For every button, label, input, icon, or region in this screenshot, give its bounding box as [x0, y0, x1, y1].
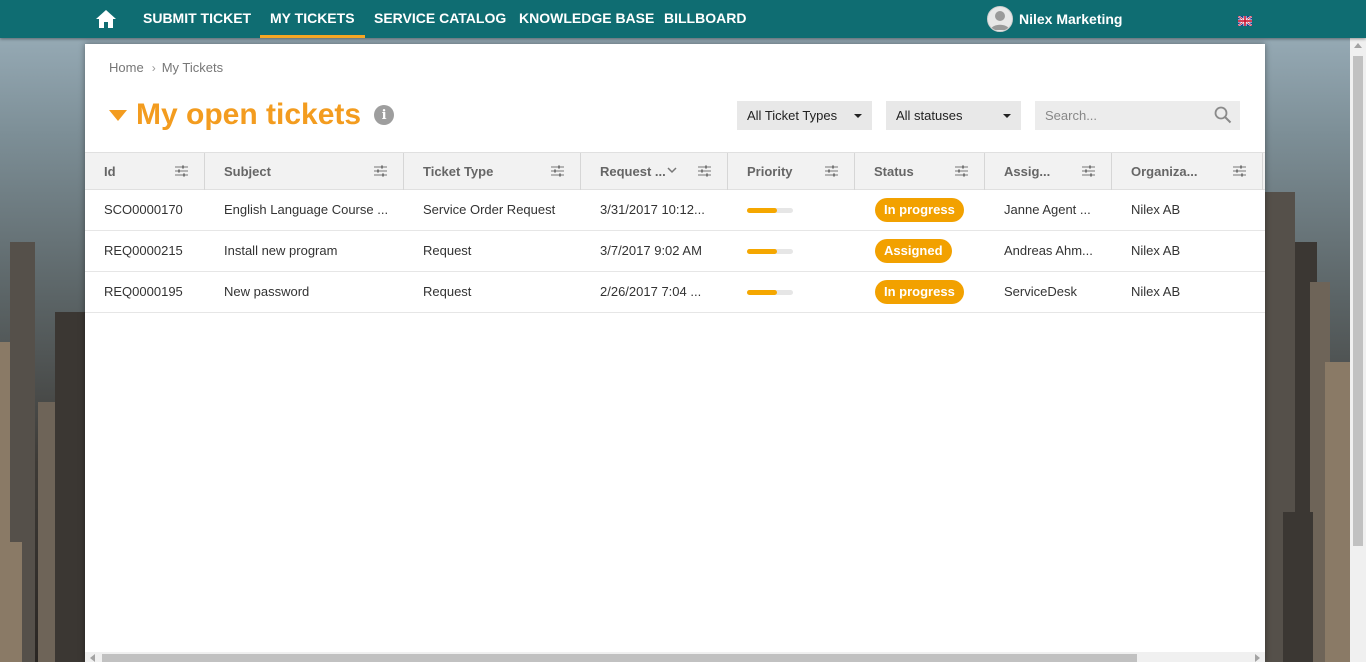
- search-input[interactable]: [1035, 101, 1205, 130]
- cell-request-date: 3/31/2017 10:12...: [600, 202, 705, 217]
- priority-bar: [747, 290, 793, 295]
- status-dropdown[interactable]: All statuses: [886, 101, 1021, 130]
- status-dropdown-value: All statuses: [896, 108, 963, 123]
- cell-organization: Nilex AB: [1131, 243, 1181, 258]
- column-header-organization[interactable]: Organiza...: [1112, 153, 1263, 190]
- priority-bar-fill: [747, 249, 777, 254]
- search-box: [1035, 101, 1240, 130]
- nav-service-catalog[interactable]: SERVICE CATALOG: [374, 0, 506, 38]
- cell-id: REQ0000215: [104, 243, 183, 258]
- breadcrumb-home[interactable]: Home: [109, 60, 144, 75]
- scrollbar-thumb[interactable]: [1353, 56, 1363, 546]
- status-badge: Assigned: [875, 239, 952, 263]
- column-label: Assig...: [1004, 164, 1051, 179]
- priority-bar-fill: [747, 290, 777, 295]
- column-label: Id: [104, 164, 116, 179]
- cell-assigned: Andreas Ahm...: [1004, 243, 1093, 258]
- column-filter-icon[interactable]: [1082, 165, 1095, 177]
- breadcrumb: Home › My Tickets: [109, 60, 223, 75]
- column-label: Priority: [747, 164, 793, 179]
- page-title-text: My open tickets: [136, 98, 362, 131]
- column-filter-icon[interactable]: [698, 165, 711, 177]
- cell-assigned: Janne Agent ...: [1004, 202, 1091, 217]
- nav-billboard[interactable]: BILLBOARD: [664, 0, 746, 38]
- column-header-subject[interactable]: Subject: [205, 153, 404, 190]
- cell-ticket-type: Request: [423, 243, 472, 258]
- nav-my-tickets[interactable]: MY TICKETS: [260, 0, 365, 38]
- user-menu[interactable]: Nilex Marketing: [987, 5, 1122, 33]
- breadcrumb-chevron-icon: ›: [151, 60, 156, 75]
- table-row[interactable]: SCO0000170 English Language Course ... S…: [85, 190, 1265, 231]
- scroll-right-arrow-icon[interactable]: [1255, 654, 1260, 662]
- column-label: Subject: [224, 164, 271, 179]
- column-filter-icon[interactable]: [955, 165, 968, 177]
- column-filter-icon[interactable]: [1233, 165, 1246, 177]
- cell-request-date: 3/7/2017 9:02 AM: [600, 243, 702, 258]
- background-image-right: [1265, 38, 1350, 662]
- search-icon[interactable]: [1214, 106, 1232, 129]
- column-filter-icon[interactable]: [374, 165, 387, 177]
- user-name: Nilex Marketing: [1019, 11, 1123, 27]
- status-badge: In progress: [875, 280, 964, 304]
- column-filter-icon[interactable]: [175, 165, 188, 177]
- page-title: My open tickets i: [109, 98, 395, 132]
- priority-bar-fill: [747, 208, 777, 213]
- info-icon[interactable]: i: [374, 105, 395, 125]
- uk-flag-icon[interactable]: [1237, 13, 1253, 27]
- column-label: Ticket Type: [423, 164, 494, 179]
- column-header-id[interactable]: Id: [85, 153, 205, 190]
- priority-bar: [747, 208, 793, 213]
- cell-id: REQ0000195: [104, 284, 183, 299]
- cell-subject: Install new program: [224, 243, 338, 258]
- breadcrumb-current: My Tickets: [161, 60, 224, 75]
- vertical-scrollbar[interactable]: [1350, 38, 1366, 662]
- column-filter-icon[interactable]: [551, 165, 564, 177]
- sort-chevron-down-icon[interactable]: [667, 165, 677, 175]
- column-header-priority[interactable]: Priority: [728, 153, 855, 190]
- column-header-status[interactable]: Status: [855, 153, 985, 190]
- column-header-ticket-type[interactable]: Ticket Type: [404, 153, 581, 190]
- cell-organization: Nilex AB: [1131, 202, 1181, 217]
- nav-submit-ticket[interactable]: SUBMIT TICKET: [143, 0, 251, 38]
- chevron-down-icon: [854, 114, 862, 118]
- scroll-up-arrow-icon[interactable]: [1354, 43, 1362, 48]
- cell-id: SCO0000170: [104, 202, 183, 217]
- avatar: [987, 6, 1013, 32]
- cell-assigned: ServiceDesk: [1004, 284, 1077, 299]
- collapse-caret-icon[interactable]: [109, 109, 127, 121]
- home-icon[interactable]: [94, 7, 118, 31]
- tickets-panel: Home › My Tickets My open tickets i All …: [85, 44, 1265, 662]
- scroll-left-arrow-icon[interactable]: [90, 654, 95, 662]
- cell-ticket-type: Service Order Request: [423, 202, 556, 217]
- column-label: Status: [874, 164, 914, 179]
- background-image-left: [0, 38, 85, 662]
- table-row[interactable]: REQ0000195 New password Request 2/26/201…: [85, 272, 1265, 313]
- column-label: Request ...: [600, 164, 666, 179]
- table-row[interactable]: REQ0000215 Install new program Request 3…: [85, 231, 1265, 272]
- column-label: Organiza...: [1131, 164, 1198, 179]
- top-navigation-bar: SUBMIT TICKET MY TICKETS SERVICE CATALOG…: [0, 0, 1366, 38]
- status-badge: In progress: [875, 198, 964, 222]
- priority-bar: [747, 249, 793, 254]
- cell-organization: Nilex AB: [1131, 284, 1181, 299]
- scrollbar-thumb[interactable]: [102, 654, 1137, 662]
- ticket-type-dropdown-value: All Ticket Types: [747, 108, 838, 123]
- cell-ticket-type: Request: [423, 284, 472, 299]
- column-header-request[interactable]: Request ...: [581, 153, 728, 190]
- horizontal-scrollbar[interactable]: [85, 652, 1265, 662]
- column-header-assigned[interactable]: Assig...: [985, 153, 1112, 190]
- table-header: Id Subject Ticket Type Request ... Prior…: [85, 152, 1265, 190]
- column-filter-icon[interactable]: [825, 165, 838, 177]
- ticket-type-dropdown[interactable]: All Ticket Types: [737, 101, 872, 130]
- nav-knowledge-base[interactable]: KNOWLEDGE BASE: [519, 0, 654, 38]
- chevron-down-icon: [1003, 114, 1011, 118]
- cell-request-date: 2/26/2017 7:04 ...: [600, 284, 702, 299]
- cell-subject: English Language Course ...: [224, 202, 389, 217]
- cell-subject: New password: [224, 284, 310, 299]
